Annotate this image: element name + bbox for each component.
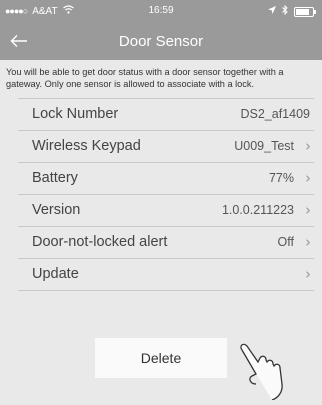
row-wireless-keypad[interactable]: Wireless Keypad U009_Test › (18, 131, 314, 163)
row-label: Door-not-locked alert (32, 234, 168, 250)
chevron-right-icon: › (305, 233, 311, 251)
location-icon (268, 6, 276, 17)
row-battery[interactable]: Battery 77% › (18, 163, 314, 195)
row-label: Lock Number (32, 106, 119, 122)
row-value: 1.0.0.211223 (221, 203, 294, 217)
status-bar: ●●●●○ A&AT 16:59 (0, 0, 322, 22)
row-label: Battery (32, 170, 78, 186)
chevron-right-icon: › (305, 169, 311, 187)
screen: ●●●●○ A&AT 16:59 Door Sensor You will be… (0, 0, 322, 401)
row-door-not-locked-alert[interactable]: Door-not-locked alert Off › (18, 227, 314, 259)
chevron-right-icon: › (305, 137, 311, 155)
chevron-right-icon: › (305, 201, 311, 219)
bluetooth-icon (282, 4, 288, 18)
settings-list: Lock Number DS2_af1409 Wireless Keypad U… (18, 98, 314, 291)
nav-bar: Door Sensor (0, 22, 322, 60)
page-title: Door Sensor (118, 33, 204, 50)
row-label: Wireless Keypad (32, 138, 141, 154)
row-value: DS2_af1409 (240, 107, 310, 121)
battery-icon (294, 6, 316, 17)
row-value: U009_Test (234, 139, 294, 153)
row-label: Version (32, 202, 81, 218)
status-right (268, 4, 316, 18)
row-version[interactable]: Version 1.0.0.211223 › (18, 195, 314, 227)
row-value: Off (277, 235, 294, 249)
info-text: You will be able to get door status with… (6, 67, 284, 89)
battery-fill (296, 8, 309, 15)
pointing-hand-icon (232, 340, 302, 401)
chevron-right-icon: › (305, 265, 311, 283)
delete-button[interactable]: Delete (95, 338, 227, 378)
row-update[interactable]: Update › (18, 259, 314, 291)
row-lock-number: Lock Number DS2_af1409 (18, 98, 314, 131)
row-value: 77% (268, 171, 294, 185)
row-label: Update (32, 266, 79, 282)
